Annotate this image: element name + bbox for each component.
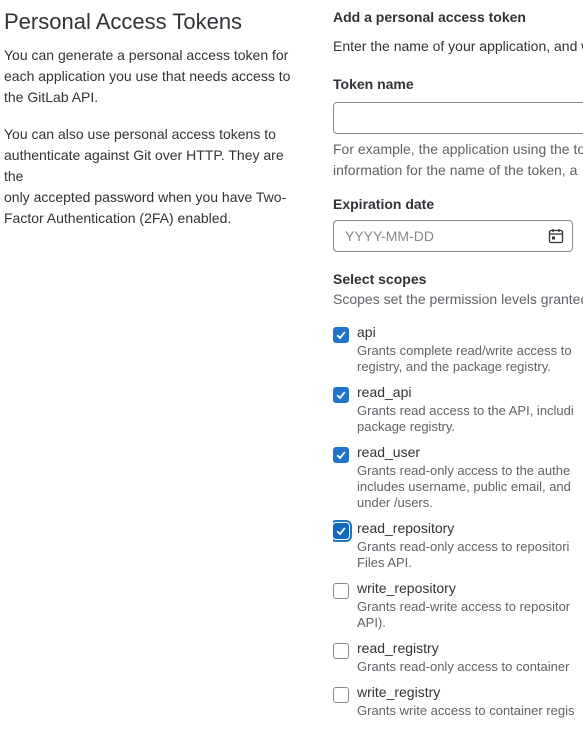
expiration-date-label: Expiration date — [333, 196, 435, 212]
scope-checkbox[interactable] — [333, 447, 349, 463]
scope-checkbox[interactable] — [333, 643, 349, 659]
scope-checkbox[interactable] — [333, 523, 349, 539]
intro-line: the GitLab API. — [4, 89, 99, 105]
git-http-line: Factor Authentication (2FA) enabled. — [4, 210, 232, 226]
git-http-line: authenticate against Git over HTTP. They… — [4, 147, 284, 184]
scope-description: Grants read access to the API, includi p… — [357, 403, 574, 434]
intro-paragraph: You can generate a personal access token… — [4, 45, 304, 108]
scope-description: Grants read-only access to repositori Fi… — [357, 539, 570, 570]
scope-description: Grants read-write access to repositor AP… — [357, 599, 571, 630]
token-name-hint-line: information for the name of the token, a — [333, 162, 578, 178]
scope-name: read_registry — [357, 640, 439, 656]
scope-description: Grants complete read/write access to reg… — [357, 343, 572, 374]
page-title: Personal Access Tokens — [4, 9, 243, 34]
token-form: Add a personal access token Enter the na… — [333, 0, 583, 749]
scope-name: read_repository — [357, 520, 455, 536]
intro-line: You can generate a personal access token… — [4, 47, 289, 63]
scope-description: Grants read-only access to the authe inc… — [357, 463, 571, 510]
scope-checkbox[interactable] — [333, 687, 349, 703]
scope-name: write_repository — [357, 580, 456, 596]
expiration-date-field[interactable] — [333, 220, 573, 252]
scope-description: Grants read-only access to container — [357, 659, 570, 674]
form-section-title: Add a personal access token — [333, 9, 526, 25]
scope-checkbox[interactable] — [333, 387, 349, 403]
scope-name: api — [357, 324, 376, 340]
token-name-hint: For example, the application using the t… — [333, 139, 583, 181]
check-icon — [336, 527, 346, 536]
check-icon — [336, 451, 346, 460]
check-icon — [336, 391, 346, 400]
token-name-input[interactable] — [333, 102, 583, 134]
git-http-line: You can also use personal access tokens … — [4, 126, 276, 142]
scope-name: read_user — [357, 444, 421, 460]
git-http-paragraph: You can also use personal access tokens … — [4, 124, 304, 229]
check-icon — [336, 331, 346, 340]
scope-description: Grants write access to container regis — [357, 703, 575, 718]
form-section-help: Enter the name of your application, and … — [333, 38, 583, 54]
scope-name: write_registry — [357, 684, 441, 700]
scope-checkbox[interactable] — [333, 327, 349, 343]
calendar-icon[interactable] — [548, 228, 564, 244]
scope-checkbox[interactable] — [333, 583, 349, 599]
scopes-help: Scopes set the permission levels granted — [333, 291, 583, 307]
token-name-label: Token name — [333, 76, 414, 92]
token-name-hint-line: For example, the application using the t… — [333, 141, 583, 157]
git-http-line: only accepted password when you have Two… — [4, 189, 287, 205]
expiration-date-input[interactable] — [334, 221, 545, 251]
scope-name: read_api — [357, 384, 412, 400]
intro-line: each application you use that needs acce… — [4, 68, 291, 84]
select-scopes-label: Select scopes — [333, 271, 427, 287]
